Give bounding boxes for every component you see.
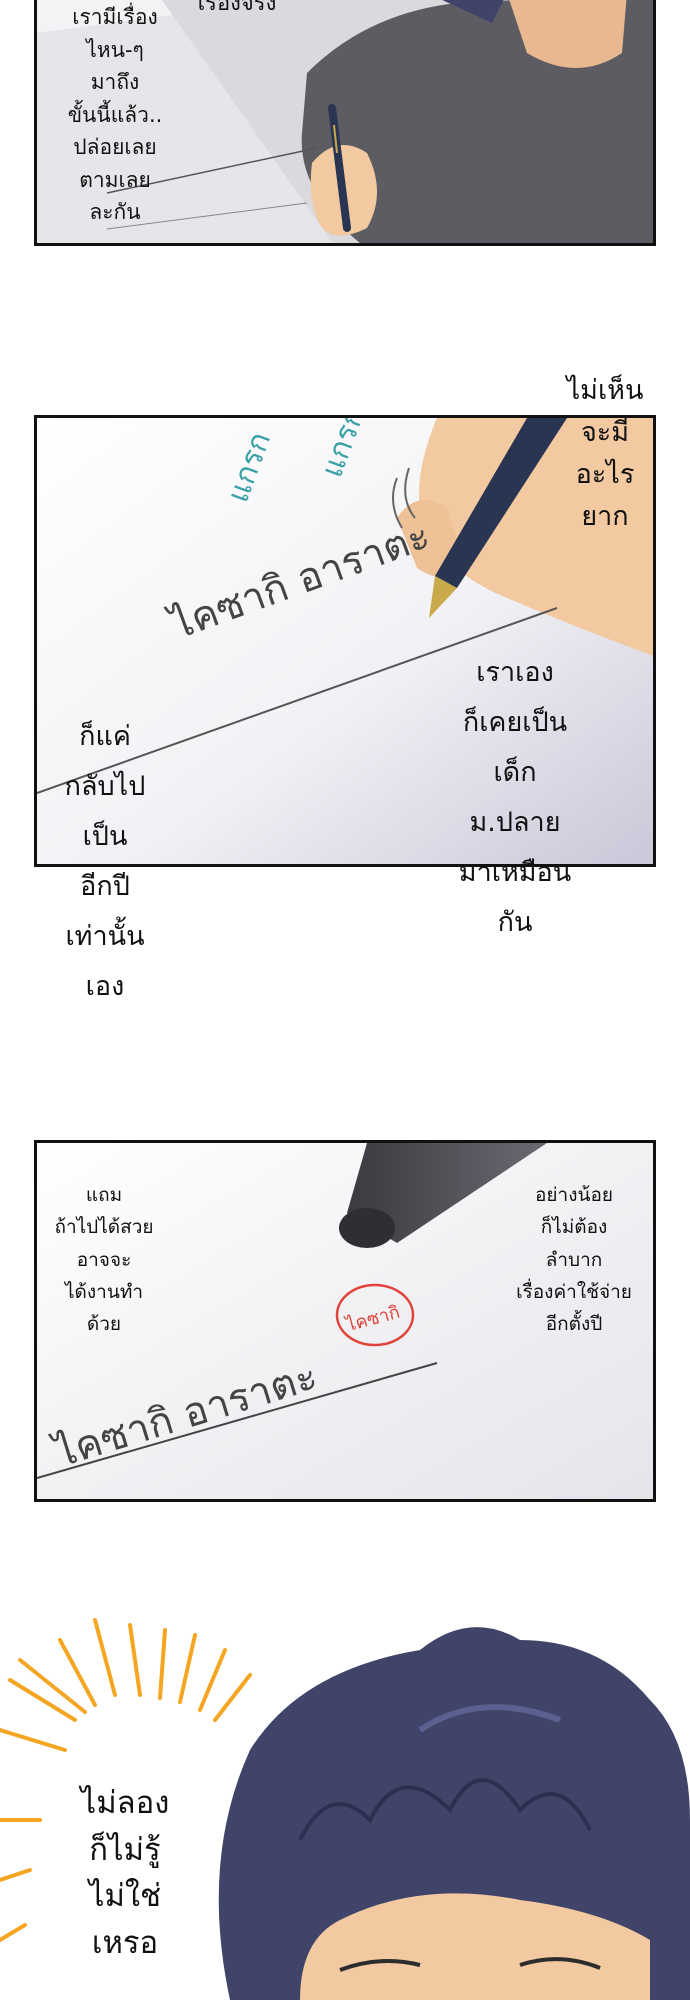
text-line: เหรอ — [91, 1924, 159, 1961]
panel1-top-text: เรื่องจริง — [197, 0, 277, 16]
text-line: ก็ไม่ต้อง — [540, 1216, 608, 1239]
panel2-bubble-left: ก็แค่ กลับไป เป็น อีกปี เท่านั้น เอง — [40, 712, 170, 1012]
text-line: กลับไป — [64, 770, 146, 802]
caption-line: ละกัน — [89, 200, 141, 225]
text-line: อะไร — [575, 458, 635, 490]
text-line: อย่างน้อย — [534, 1184, 614, 1206]
text-line: อาจจะ — [76, 1248, 132, 1271]
panel3-left-text: แถม ถ้าไปได้สวย อาจจะ ได้งานทำ ด้วย — [39, 1179, 169, 1340]
text-line: แถม — [85, 1184, 123, 1206]
text-line: ได้งานทำ — [64, 1280, 144, 1303]
text-line: มาเหมือน — [458, 856, 572, 888]
text-line: ก็ไม่รู้ — [89, 1831, 161, 1868]
caption-line: ตามเลย — [79, 167, 151, 192]
panel2-bubble-right: เราเอง ก็เคยเป็น เด็ก ม.ปลาย มาเหมือน กั… — [430, 648, 600, 948]
text-line: ก็แค่ — [79, 721, 131, 752]
caption-line: ปล่อยเลย — [73, 135, 157, 160]
text-line: เด็ก — [493, 756, 537, 788]
text-line: ยาก — [581, 500, 629, 532]
text-line: ไม่เห็น — [566, 375, 644, 406]
panel-writing-sweater: เรามีเรื่อง ไหน-ๆ มาถึง ขั้นนี้แล้ว.. ปล… — [34, 0, 656, 246]
text-line: ไม่ลอง — [80, 1785, 170, 1821]
text-line: อีกตั้งปี — [545, 1313, 603, 1336]
caption-line: ขั้นนี้แล้ว.. — [67, 102, 163, 127]
text-line: กัน — [497, 906, 533, 938]
caption-line: ไหน-ๆ — [86, 37, 144, 62]
text-line: ลำบาก — [545, 1248, 603, 1271]
panel3-right-text: อย่างน้อย ก็ไม่ต้อง ลำบาก เรื่องค่าใช้จ่… — [499, 1179, 649, 1340]
text-line: ด้วย — [86, 1313, 122, 1336]
panel2-outside-text: ไม่เห็น จะมี อะไร ยาก — [540, 370, 670, 537]
text-line: เอง — [85, 970, 125, 1002]
text-line: อีกปี — [80, 870, 130, 902]
panel4-text: ไม่ลอง ก็ไม่รู้ ไม่ใช่ เหรอ — [55, 1780, 195, 1966]
panel-stamp-paper: ไคซากิ ไคซากิ อาราตะ แถม ถ้าไปได้สวย อาจ… — [34, 1140, 656, 1502]
text-line: เป็น — [82, 820, 128, 852]
text-line: เท่านั้น — [65, 920, 145, 952]
text-line: ไม่ใช่ — [88, 1878, 162, 1914]
text-line: ม.ปลาย — [469, 806, 561, 838]
text-line: เรื่องค่าใช้จ่าย — [516, 1280, 632, 1303]
caption-line: มาถึง — [90, 70, 140, 95]
text-line: ถ้าไปได้สวย — [54, 1216, 154, 1239]
panel1-caption: เรามีเรื่อง ไหน-ๆ มาถึง ขั้นนี้แล้ว.. ปล… — [45, 1, 185, 229]
text-line: เราเอง — [476, 657, 554, 688]
text-line: จะมี — [580, 416, 630, 448]
text-line: ก็เคยเป็น — [462, 706, 568, 738]
